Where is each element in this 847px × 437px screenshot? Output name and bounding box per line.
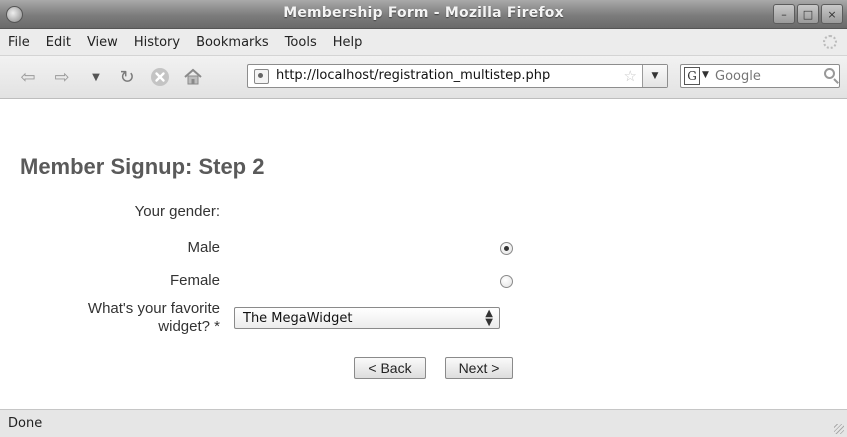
back-icon[interactable]: ⇦ (16, 65, 40, 89)
female-radio[interactable] (500, 275, 513, 288)
widget-label-line2: widget? * (158, 318, 220, 335)
search-input[interactable] (715, 67, 815, 85)
url-dropdown-button[interactable]: ▼ (642, 65, 667, 87)
window-title-bar: Membership Form - Mozilla Firefox – □ × (0, 0, 847, 29)
close-icon[interactable]: × (821, 4, 843, 24)
status-bar: Done (0, 409, 847, 437)
male-label[interactable]: Male (187, 239, 220, 256)
menu-tools[interactable]: Tools (277, 35, 325, 50)
page-title: Member Signup: Step 2 (20, 154, 265, 179)
maximize-icon[interactable]: □ (797, 4, 819, 24)
gender-label: Your gender: (134, 203, 220, 220)
resize-grip-icon[interactable] (834, 424, 844, 434)
menu-bar: File Edit View History Bookmarks Tools H… (0, 29, 847, 56)
next-button[interactable]: Next > (445, 357, 513, 379)
history-dropdown-icon[interactable]: ▼ (84, 65, 108, 89)
url-bar[interactable]: http://localhost/registration_multistep.… (247, 64, 668, 88)
male-radio[interactable] (500, 242, 513, 255)
favorite-widget-select[interactable]: The MegaWidget ▲ ▼ (234, 307, 500, 329)
select-arrows-icon: ▲ ▼ (485, 308, 493, 328)
window-controls: – □ × (773, 4, 843, 24)
minimize-icon[interactable]: – (773, 4, 795, 24)
menu-file[interactable]: File (0, 35, 38, 50)
forward-icon[interactable]: ⇨ (50, 65, 74, 89)
menu-help[interactable]: Help (325, 35, 371, 50)
page-content: Member Signup: Step 2 Your gender: Male … (0, 99, 847, 409)
widget-label-line1: What's your favorite (87, 300, 220, 317)
window-title: Membership Form - Mozilla Firefox (283, 5, 564, 21)
home-icon[interactable] (181, 65, 205, 89)
reload-icon[interactable]: ↻ (115, 65, 139, 89)
menu-view[interactable]: View (79, 35, 126, 50)
navigation-toolbar: ⇦ ⇨ ▼ ↻ http://localhost/registration_mu… (0, 56, 847, 99)
back-button[interactable]: < Back (354, 357, 426, 379)
search-bar[interactable]: G ▼ (680, 64, 840, 88)
site-identity-icon[interactable] (254, 69, 269, 84)
menu-history[interactable]: History (126, 35, 188, 50)
chevron-down-icon[interactable]: ▼ (702, 70, 709, 80)
female-label[interactable]: Female (170, 272, 220, 289)
widget-selected-value: The MegaWidget (243, 311, 353, 326)
throbber-icon (823, 35, 837, 49)
menu-bookmarks[interactable]: Bookmarks (188, 35, 277, 50)
url-text[interactable]: http://localhost/registration_multistep.… (276, 68, 550, 83)
stop-icon[interactable] (148, 65, 172, 89)
menu-edit[interactable]: Edit (38, 35, 79, 50)
search-icon[interactable] (824, 68, 835, 79)
status-text: Done (8, 416, 43, 431)
search-engine-icon[interactable]: G (684, 67, 700, 85)
bookmark-star-icon[interactable]: ☆ (624, 67, 637, 85)
